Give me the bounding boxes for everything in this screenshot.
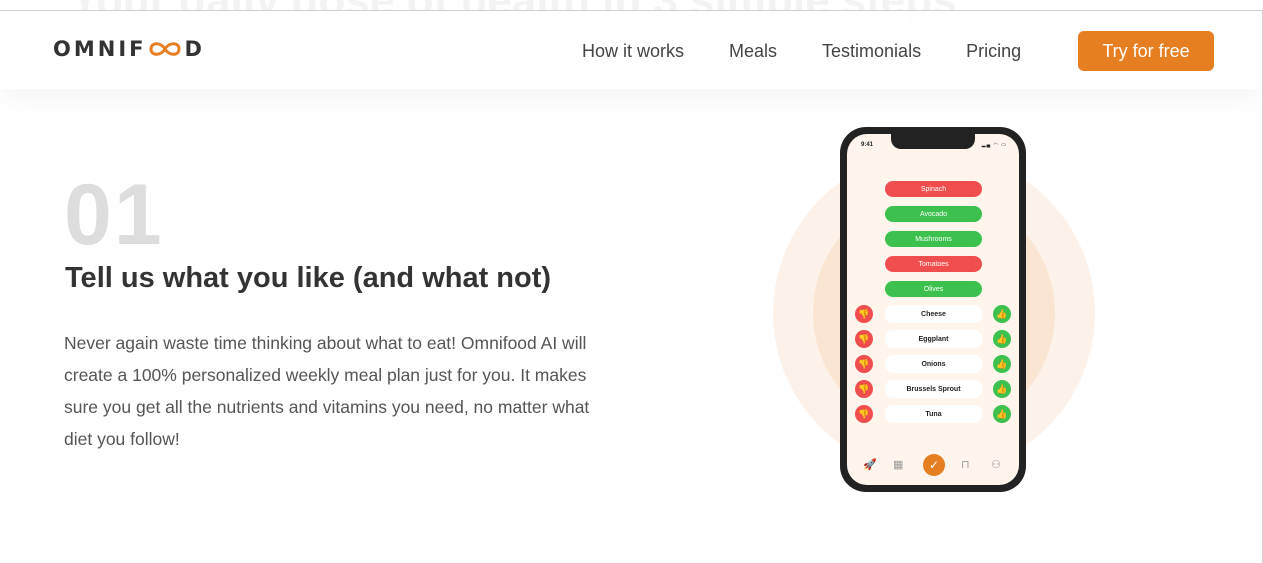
food-pill-olives[interactable]: Olives — [885, 281, 982, 297]
phone-notch — [891, 134, 975, 149]
step-description: Never again waste time thinking about wh… — [64, 333, 590, 449]
food-pill-tomatoes[interactable]: Tomatoes — [885, 256, 982, 272]
rocket-icon[interactable]: 🚀 — [863, 458, 877, 471]
thumbs-down-icon[interactable]: 👎 — [855, 405, 873, 423]
step-number: 01 — [64, 167, 164, 263]
thumbs-up-icon[interactable]: 👍 — [993, 405, 1011, 423]
nav-link-how-it-works[interactable]: How it works — [582, 41, 684, 62]
food-name: Onions — [885, 355, 982, 373]
thumbs-down-icon[interactable]: 👎 — [855, 330, 873, 348]
thumbs-down-icon[interactable]: 👎 — [855, 355, 873, 373]
food-name: Tuna — [885, 405, 982, 423]
logo-text-end: D — [184, 37, 205, 61]
phone-screen: 9:41 ▂▄ ◠ ▭ Spinach Avocado Mushrooms To… — [847, 134, 1019, 485]
food-name: Eggplant — [885, 330, 982, 348]
food-name: Brussels Sprout — [885, 380, 982, 398]
food-pill-mushrooms[interactable]: Mushrooms — [885, 231, 982, 247]
nav-link-meals[interactable]: Meals — [729, 41, 777, 62]
food-row-onions: 👎 Onions 👍 — [855, 355, 1011, 373]
calendar-icon[interactable]: ▦ — [893, 458, 903, 471]
phone-status-icons: ▂▄ ◠ ▭ — [981, 142, 1007, 148]
user-icon[interactable]: ⚇ — [991, 458, 1001, 471]
thumbs-up-icon[interactable]: 👍 — [993, 380, 1011, 398]
food-row-brussels-sprout: 👎 Brussels Sprout 👍 — [855, 380, 1011, 398]
nav-link-pricing[interactable]: Pricing — [966, 41, 1021, 62]
bookmark-icon[interactable]: ⊓ — [961, 458, 970, 471]
food-name: Cheese — [885, 305, 982, 323]
thumbs-up-icon[interactable]: 👍 — [993, 330, 1011, 348]
step-title: Tell us what you like (and what not) — [65, 262, 552, 294]
food-pill-spinach[interactable]: Spinach — [885, 181, 982, 197]
thumbs-up-icon[interactable]: 👍 — [993, 355, 1011, 373]
nav-link-testimonials[interactable]: Testimonials — [822, 41, 921, 62]
phone-time: 9:41 — [861, 142, 874, 148]
food-row-cheese: 👎 Cheese 👍 — [855, 305, 1011, 323]
food-row-tuna: 👎 Tuna 👍 — [855, 405, 1011, 423]
thumbs-down-icon[interactable]: 👎 — [855, 305, 873, 323]
thumbs-down-icon[interactable]: 👎 — [855, 380, 873, 398]
site-header: OMNIF D How it works Meals Testimonials … — [0, 11, 1262, 89]
logo-text-start: OMNIF — [53, 37, 147, 61]
food-row-eggplant: 👎 Eggplant 👍 — [855, 330, 1011, 348]
food-pill-avocado[interactable]: Avocado — [885, 206, 982, 222]
phone-tab-bar: 🚀 ▦ ✓ ⊓ ⚇ — [847, 454, 1019, 482]
infinity-logo-icon — [149, 42, 181, 56]
app-phone-mockup: 9:41 ▂▄ ◠ ▭ Spinach Avocado Mushrooms To… — [840, 127, 1026, 492]
omnifood-logo[interactable]: OMNIF D — [53, 37, 205, 61]
thumbs-up-icon[interactable]: 👍 — [993, 305, 1011, 323]
main-nav: How it works Meals Testimonials Pricing — [582, 41, 1066, 62]
window-top-border — [0, 10, 1263, 11]
check-icon[interactable]: ✓ — [923, 454, 945, 476]
try-for-free-button[interactable]: Try for free — [1078, 31, 1214, 71]
